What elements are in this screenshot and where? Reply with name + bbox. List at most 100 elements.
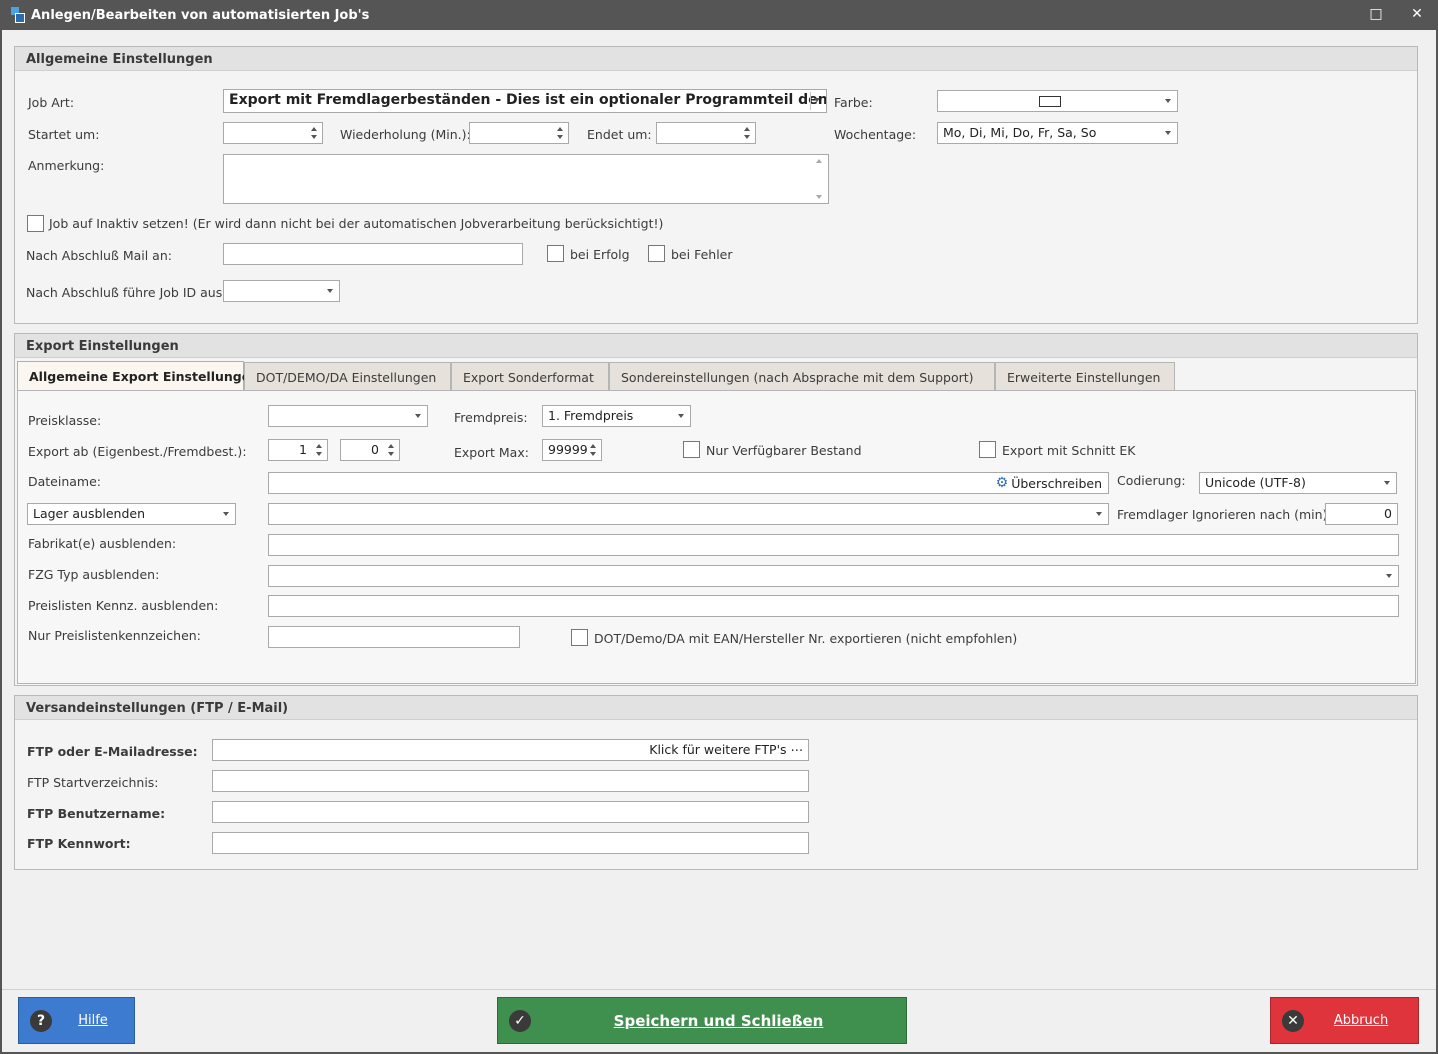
group-header: Allgemeine Einstellungen: [15, 47, 1417, 71]
color-swatch: [1039, 96, 1061, 107]
ftp-label: FTP oder E-Mailadresse:: [27, 744, 198, 759]
dot-ean-checkbox[interactable]: [571, 629, 588, 646]
dateiname-label: Dateiname:: [28, 474, 102, 489]
chevron-down-icon: [1386, 574, 1392, 578]
window-title: Anlegen/Bearbeiten von automatisierten J…: [31, 7, 370, 23]
export-ab-label: Export ab (Eigenbest./Fremdbest.):: [28, 444, 247, 459]
bei-fehler-checkbox[interactable]: [648, 245, 665, 262]
dateiname-input[interactable]: ⚙ Überschreiben: [268, 472, 1109, 494]
lager-select-value: Lager ausblenden: [33, 506, 146, 521]
preislisten-kennz-label: Preislisten Kennz. ausblenden:: [28, 598, 219, 613]
job-art-label: Job Art:: [28, 95, 75, 110]
bei-erfolg-checkbox[interactable]: [547, 245, 564, 262]
group-header: Export Einstellungen: [15, 334, 1417, 358]
wochentage-label: Wochentage:: [834, 127, 917, 142]
ueberschreiben-label: Überschreiben: [1011, 475, 1102, 491]
fzg-combo[interactable]: [268, 565, 1399, 587]
tab-dot-demo-da[interactable]: DOT/DEMO/DA Einstellungen: [244, 362, 451, 390]
lager-combo[interactable]: [268, 503, 1109, 525]
export-max-label: Export Max:: [454, 445, 529, 460]
nur-verfuegbar-label: Nur Verfügbarer Bestand: [706, 443, 862, 458]
spinner-arrows-icon[interactable]: [315, 440, 324, 460]
speichern-label: Speichern und Schließen: [613, 1011, 824, 1030]
startet-spinner[interactable]: [223, 122, 323, 144]
title-bar: Anlegen/Bearbeiten von automatisierten J…: [0, 0, 1438, 30]
spinner-arrows-icon[interactable]: [556, 123, 565, 143]
chevron-down-icon: [1165, 99, 1171, 103]
ftp-start-input[interactable]: [212, 770, 809, 792]
close-icon[interactable]: ✕: [1408, 6, 1426, 22]
wiederholung-label: Wiederholung (Min.):: [340, 127, 471, 142]
ftp-pass-input[interactable]: [212, 832, 809, 854]
farbe-label: Farbe:: [834, 95, 873, 110]
preisklasse-label: Preisklasse:: [28, 413, 102, 428]
checkmark-icon: ✓: [509, 1009, 531, 1032]
bei-erfolg-label: bei Erfolg: [570, 247, 630, 262]
farbe-combo[interactable]: [937, 90, 1178, 112]
tab-allgemeine-export[interactable]: Allgemeine Export Einstellungen: [17, 361, 259, 391]
export-max-value: 99999: [548, 442, 588, 457]
inaktiv-checkbox[interactable]: [27, 215, 44, 232]
group-header: Versandeinstellungen (FTP / E-Mail): [15, 696, 1417, 720]
codierung-label: Codierung:: [1117, 473, 1186, 488]
endet-spinner[interactable]: [656, 122, 756, 144]
fabrikat-input[interactable]: [268, 534, 1399, 556]
abbruch-button[interactable]: ✕ Abbruch: [1270, 997, 1419, 1044]
spinner-arrows-icon[interactable]: [310, 123, 319, 143]
speichern-button[interactable]: ✓ Speichern und Schließen: [497, 997, 907, 1044]
mail-input[interactable]: [223, 243, 523, 265]
question-icon: ?: [30, 1009, 52, 1032]
ftp-user-input[interactable]: [212, 801, 809, 823]
fremdlager-input[interactable]: 0: [1325, 503, 1398, 525]
wochentage-combo[interactable]: Mo, Di, Mi, Do, Fr, Sa, So: [937, 122, 1178, 144]
spinner-arrows-icon[interactable]: [387, 440, 396, 460]
job-id-label: Nach Abschluß führe Job ID aus:: [26, 285, 227, 300]
scrollbar-arrows-icon[interactable]: [815, 155, 824, 203]
fremdlager-label: Fremdlager Ignorieren nach (min):: [1117, 507, 1332, 522]
chevron-down-icon: [678, 414, 684, 418]
export-ab-eigen-value: 1: [299, 442, 307, 457]
chevron-down-icon: [415, 414, 421, 418]
export-max-spinner[interactable]: 99999: [542, 439, 602, 461]
chevron-down-icon: [327, 289, 333, 293]
tab-erweiterte-einstellungen[interactable]: Erweiterte Einstellungen: [995, 362, 1175, 390]
export-ab-fremd-value: 0: [371, 442, 379, 457]
spinner-arrows-icon[interactable]: [743, 123, 752, 143]
anmerkung-textarea[interactable]: [223, 154, 829, 204]
ftp-input[interactable]: Klick für weitere FTP's ⋯: [212, 739, 809, 761]
ueberschreiben-button[interactable]: ⚙ Überschreiben: [996, 475, 1102, 491]
schnitt-ek-checkbox[interactable]: [979, 441, 996, 458]
codierung-value: Unicode (UTF-8): [1205, 475, 1306, 490]
dot-ean-label: DOT/Demo/DA mit EAN/Hersteller Nr. expor…: [594, 631, 1018, 646]
tab-sondereinstellungen[interactable]: Sondereinstellungen (nach Absprache mit …: [609, 362, 995, 390]
preisklasse-combo[interactable]: [268, 405, 428, 427]
wiederholung-spinner[interactable]: [469, 122, 569, 144]
job-art-combo[interactable]: Export mit Fremdlagerbeständen - Dies is…: [223, 89, 827, 113]
ftp-pass-label: FTP Kennwort:: [27, 836, 131, 851]
hilfe-button[interactable]: ? Hilfe: [18, 997, 135, 1044]
job-art-value: Export mit Fremdlagerbeständen - Dies is…: [229, 92, 827, 108]
codierung-combo[interactable]: Unicode (UTF-8): [1199, 472, 1397, 494]
fremdpreis-combo[interactable]: 1. Fremdpreis: [542, 405, 691, 427]
export-ab-fremd-spinner[interactable]: 0: [340, 439, 400, 461]
footer-divider: [2, 989, 1436, 990]
job-id-combo[interactable]: [223, 280, 340, 302]
nur-preislisten-input[interactable]: [268, 626, 520, 648]
lager-select-combo[interactable]: Lager ausblenden: [27, 503, 236, 525]
preislisten-kennz-input[interactable]: [268, 595, 1399, 617]
nur-verfuegbar-checkbox[interactable]: [683, 441, 700, 458]
cancel-icon: ✕: [1282, 1009, 1304, 1032]
spinner-arrows-icon[interactable]: [589, 440, 598, 460]
ftp-hint[interactable]: Klick für weitere FTP's ⋯: [649, 742, 803, 757]
tab-export-sonderformat[interactable]: Export Sonderformat: [451, 362, 609, 390]
anmerkung-label: Anmerkung:: [28, 158, 105, 173]
ftp-start-label: FTP Startverzeichnis:: [27, 775, 159, 790]
endet-label: Endet um:: [587, 127, 652, 142]
abbruch-label: Abbruch: [1333, 1013, 1389, 1028]
maximize-icon[interactable]: □: [1367, 6, 1385, 22]
fabrikat-label: Fabrikat(e) ausblenden:: [28, 536, 177, 551]
export-ab-eigen-spinner[interactable]: 1: [268, 439, 328, 461]
chevron-down-icon: [814, 98, 820, 102]
gear-icon: ⚙: [995, 475, 1009, 491]
fremdlager-value: 0: [1384, 506, 1392, 521]
